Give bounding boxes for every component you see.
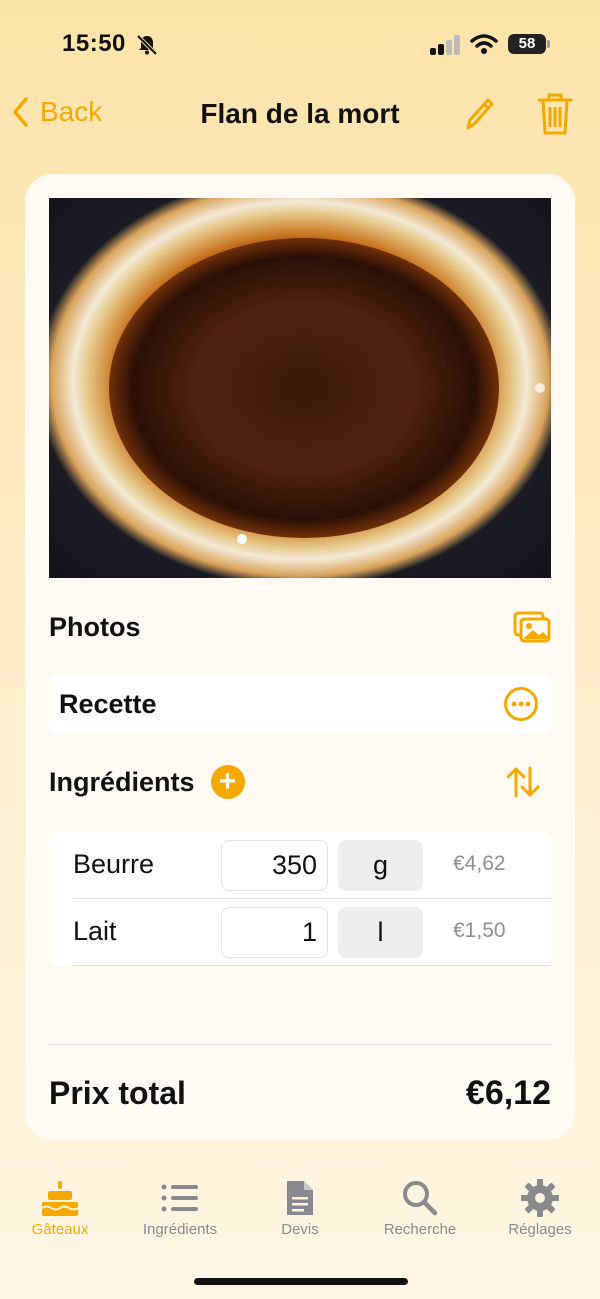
list-icon	[161, 1184, 198, 1212]
sort-arrows-icon[interactable]	[505, 765, 541, 799]
home-indicator[interactable]	[194, 1278, 408, 1285]
ingredient-name: Lait	[73, 916, 117, 946]
quantity-field[interactable]: 1	[221, 907, 328, 958]
tab-label: Réglages	[508, 1221, 572, 1238]
divider	[49, 1044, 551, 1045]
tab-bar: Gâteaux Ingrédients Devis Recherche Régl…	[0, 1175, 600, 1255]
back-label: Back	[40, 96, 103, 127]
total-label: Prix total	[49, 1075, 186, 1111]
status-time: 15:50	[62, 30, 126, 57]
document-icon	[287, 1181, 313, 1215]
table-row: Lait 1 l €1,50	[73, 899, 551, 966]
total-row: Prix total €6,12	[49, 1074, 551, 1113]
carousel-dot[interactable]	[535, 383, 545, 393]
ingredients-header: Ingrédients +	[49, 760, 551, 804]
pencil-icon[interactable]	[462, 94, 496, 134]
carousel-dot-active[interactable]	[237, 534, 247, 544]
ingredient-name: Beurre	[73, 849, 155, 879]
tab-label: Recherche	[383, 1221, 457, 1238]
ingredients-table: Beurre 350 g €4,62 Lait 1 l €1,50	[49, 832, 551, 966]
ingredient-price: €4,62	[453, 852, 506, 875]
gear-icon	[521, 1179, 559, 1217]
plus-icon: +	[218, 765, 237, 798]
cake-icon	[41, 1181, 79, 1216]
tab-reglages[interactable]: Réglages	[480, 1175, 600, 1238]
photo-gallery-icon[interactable]	[513, 611, 551, 643]
chevron-left-icon	[13, 97, 28, 127]
tab-gateaux[interactable]: Gâteaux	[0, 1175, 120, 1238]
cellular-signal-icon	[430, 35, 462, 55]
back-button[interactable]: Back	[12, 96, 102, 128]
unit-picker[interactable]: l	[338, 907, 423, 958]
ingredient-price: €1,50	[453, 919, 506, 942]
recette-label: Recette	[59, 688, 157, 719]
search-icon	[403, 1181, 438, 1216]
flan-image	[109, 238, 499, 538]
more-options-icon[interactable]	[503, 686, 539, 722]
recette-row[interactable]: Recette	[49, 675, 551, 733]
photos-row: Photos	[49, 604, 551, 650]
bell-muted-icon	[136, 34, 158, 56]
tab-recherche[interactable]: Recherche	[360, 1175, 480, 1238]
table-row: Beurre 350 g €4,62	[73, 832, 551, 899]
tab-label: Ingrédients	[142, 1221, 218, 1238]
cake-detail-card: Photos Recette Ingrédients + Beurre 350 …	[25, 174, 575, 1140]
battery-tip	[547, 40, 550, 48]
cake-photo-carousel[interactable]	[49, 198, 551, 578]
page-title: Flan de la mort	[200, 98, 400, 129]
tab-ingredients[interactable]: Ingrédients	[120, 1175, 240, 1238]
navigation-bar: Back Flan de la mort	[0, 90, 600, 142]
status-bar: 15:50 58	[0, 0, 600, 90]
battery-icon: 58	[508, 34, 546, 54]
trash-icon[interactable]	[536, 92, 574, 136]
unit-picker[interactable]: g	[338, 840, 423, 891]
wifi-icon	[470, 34, 498, 54]
ingredients-label: Ingrédients	[49, 766, 195, 797]
add-ingredient-button[interactable]: +	[210, 765, 245, 799]
ingredients-title-group: Ingrédients +	[49, 765, 245, 799]
total-value: €6,12	[465, 1074, 551, 1112]
tab-label: Gâteaux	[31, 1221, 89, 1238]
tab-devis[interactable]: Devis	[240, 1175, 360, 1238]
tab-label: Devis	[281, 1221, 319, 1238]
photos-label: Photos	[49, 611, 141, 642]
quantity-field[interactable]: 350	[221, 840, 328, 891]
